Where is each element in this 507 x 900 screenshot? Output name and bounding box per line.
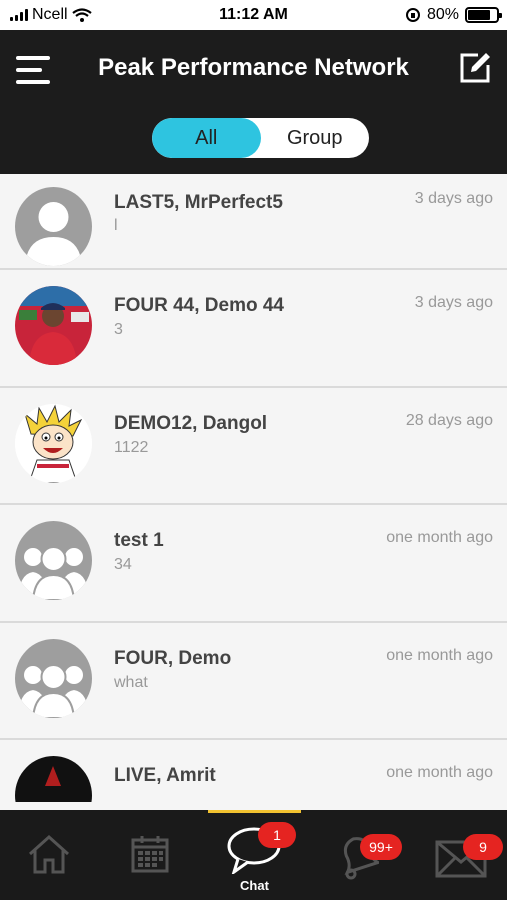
chat-list-item[interactable]: LIVE, Amrit one month ago (0, 740, 507, 802)
chat-list-item[interactable]: FOUR 44, Demo 44 3 3 days ago (0, 270, 507, 388)
status-bar: Ncell 11:12 AM 80% (0, 0, 507, 30)
chat-time: 3 days ago (414, 294, 493, 311)
chat-time: one month ago (386, 646, 493, 664)
chat-preview: 3 (114, 321, 123, 338)
chat-time: one month ago (386, 529, 493, 546)
photo-avatar (15, 286, 92, 365)
app-header: Peak Performance Network All Group (0, 30, 507, 174)
chat-preview: 1122 (114, 438, 149, 456)
chat-list: LAST5, MrPerfect5 l 3 days ago FOUR 44, … (0, 174, 507, 802)
chat-name: FOUR, Demo (114, 647, 232, 669)
battery-icon (465, 7, 502, 23)
filter-segmented-control: All Group (152, 118, 369, 158)
chat-badge: 1 (258, 822, 296, 848)
chat-name: FOUR 44, Demo 44 (114, 295, 284, 316)
chat-name: test 1 (114, 530, 164, 551)
chat-time: one month ago (386, 764, 493, 781)
chat-preview: 34 (114, 556, 132, 573)
tab-chat-label: Chat (240, 878, 269, 893)
calendar-icon (131, 836, 169, 873)
tab-chat[interactable]: 1 Chat (208, 810, 301, 900)
tab-calendar[interactable] (110, 810, 190, 900)
group-avatar (15, 521, 92, 600)
compose-icon[interactable] (458, 51, 492, 85)
chat-time: 3 days ago (414, 190, 493, 207)
messages-badge: 9 (463, 834, 503, 860)
home-icon (28, 834, 70, 874)
chat-name: LAST5, MrPerfect5 (114, 192, 283, 213)
chat-name: LIVE, Amrit (114, 765, 216, 786)
tab-home[interactable] (10, 810, 90, 900)
chat-preview: l (114, 217, 118, 234)
battery-percent: 80% (426, 6, 459, 23)
orientation-lock-icon (405, 8, 420, 22)
cartoon-avatar (15, 403, 92, 483)
filter-all-tab[interactable]: All (152, 118, 261, 158)
chat-preview: what (114, 673, 148, 691)
hamburger-menu-icon[interactable] (16, 54, 52, 86)
tab-notifications[interactable]: 99+ (320, 810, 410, 900)
default-user-avatar (15, 187, 92, 266)
filter-group-tab[interactable]: Group (261, 118, 370, 158)
chat-name: DEMO12, Dangol (114, 412, 268, 434)
tab-messages[interactable]: 9 (425, 810, 507, 900)
group-avatar (15, 638, 92, 718)
chat-time: 28 days ago (405, 411, 493, 429)
chat-list-item[interactable]: DEMO12, Dangol 1122 28 days ago (0, 388, 507, 505)
chat-list-item[interactable]: test 1 34 one month ago (0, 505, 507, 623)
bottom-tab-bar: 1 Chat 99+ 9 (0, 810, 507, 900)
page-title: Peak Performance Network (98, 54, 409, 81)
dark-avatar (15, 756, 92, 802)
chat-list-item[interactable]: LAST5, MrPerfect5 l 3 days ago (0, 174, 507, 270)
notification-badge: 99+ (360, 834, 402, 860)
battery-info: 80% (405, 6, 502, 24)
chat-list-item[interactable]: FOUR, Demo what one month ago (0, 623, 507, 740)
